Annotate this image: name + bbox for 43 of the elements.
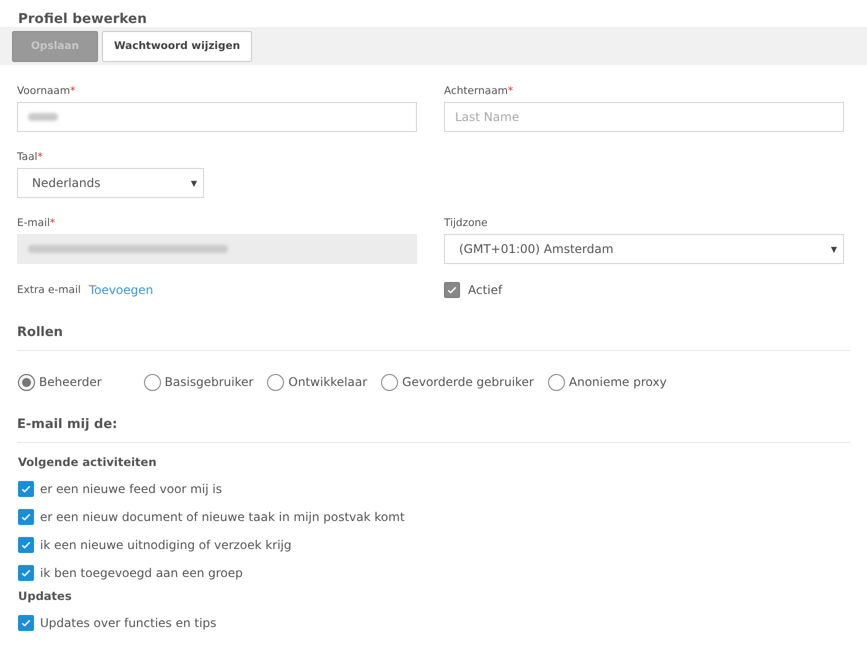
checkbox-label: er een nieuw document of nieuwe taak in mijn postvak komt	[40, 510, 405, 524]
radio-label: Gevorderde gebruiker	[402, 375, 534, 389]
checkbox-label: ik ben toegevoegd aan een groep	[40, 566, 243, 580]
timezone-select[interactable]: (GMT+01:00) Amsterdam ▼	[444, 234, 844, 264]
checkbox[interactable]	[18, 565, 34, 581]
change-password-button[interactable]: Wachtwoord wijzigen	[102, 30, 252, 62]
check-icon	[446, 284, 458, 296]
field-label: Voornaam*	[17, 85, 76, 97]
check-icon	[20, 617, 32, 629]
radio-button[interactable]	[548, 374, 565, 390]
input-field[interactable]: Last Name	[444, 102, 844, 132]
check-icon	[20, 539, 32, 551]
checkbox[interactable]	[18, 481, 34, 497]
radio-label: Anonieme proxy	[568, 375, 667, 389]
check-icon	[20, 483, 32, 495]
radio-button[interactable]	[18, 374, 35, 390]
field-label: Taal*	[17, 151, 43, 163]
field-label: Tijdzone	[444, 217, 488, 229]
group-heading: Volgende activiteiten	[18, 455, 158, 469]
radio-button[interactable]	[267, 374, 284, 390]
field-label: Achternaam*	[444, 85, 514, 97]
section-heading: E-mail mij de:	[17, 417, 850, 443]
group-heading: Updates	[18, 589, 73, 603]
radio-label: Beheerder	[39, 375, 102, 389]
checkbox-label: er een nieuwe feed voor mij is	[40, 482, 222, 496]
checkbox[interactable]	[18, 509, 34, 525]
checkbox-label: Updates over functies en tips	[40, 616, 216, 630]
radio-label: Ontwikkelaar	[288, 375, 368, 389]
checkbox[interactable]	[18, 537, 34, 553]
radio-button[interactable]	[381, 374, 398, 390]
check-icon	[20, 511, 32, 523]
extra-email-label: Extra e-mail	[17, 284, 81, 296]
radio-button[interactable]	[144, 374, 161, 390]
checkbox-label: Actief	[468, 283, 502, 297]
page-title: Profiel bewerken	[17, 10, 148, 27]
field-label: E-mail*	[17, 217, 56, 229]
section-heading: Rollen	[17, 325, 850, 351]
radio-label: Basisgebruiker	[164, 375, 254, 389]
input-field[interactable]	[17, 102, 417, 132]
checkbox[interactable]	[18, 615, 34, 631]
check-icon	[20, 567, 32, 579]
checkbox-label: ik een nieuwe uitnodiging of verzoek krijg	[40, 538, 292, 552]
language-select[interactable]: Nederlands ▼	[17, 168, 204, 198]
